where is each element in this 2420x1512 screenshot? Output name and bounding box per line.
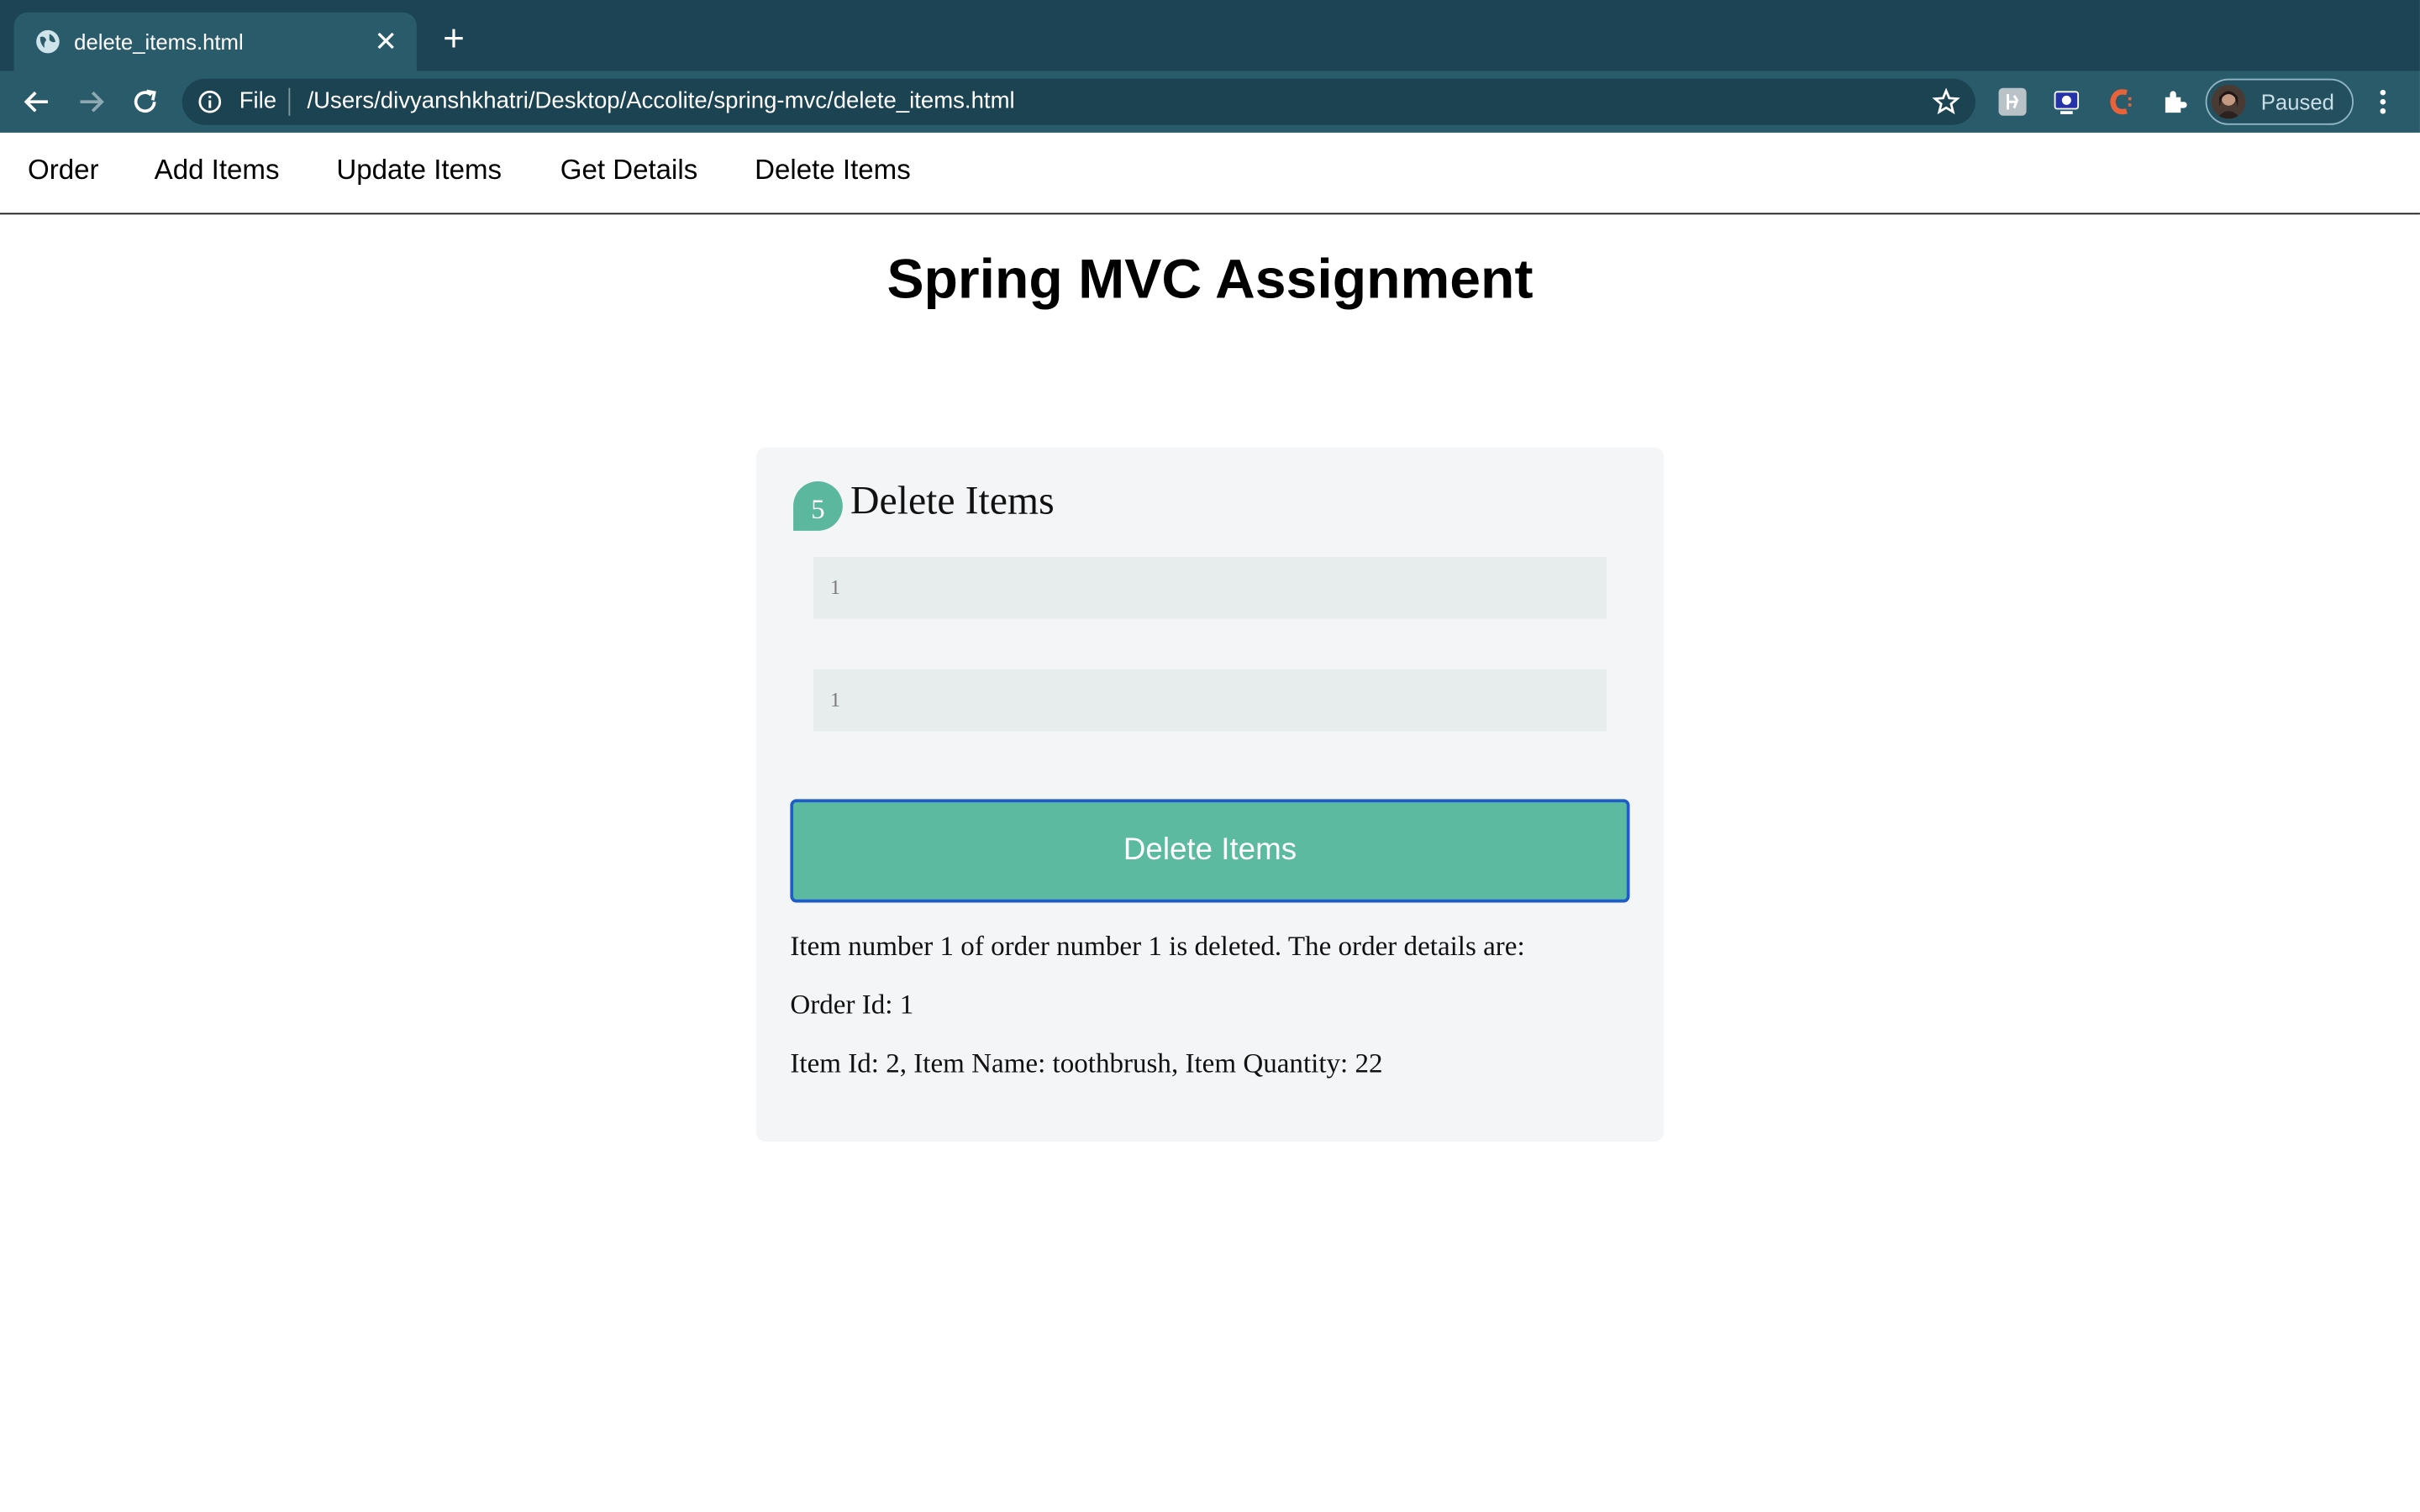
- result-item-details: Item Id: 2, Item Name: toothbrush, Item …: [790, 1047, 1383, 1079]
- order-id-field[interactable]: [813, 557, 1607, 619]
- puzzle-icon[interactable]: [2160, 87, 2191, 118]
- nav-item-update-items[interactable]: Update Items: [336, 155, 502, 187]
- browser-tab[interactable]: delete_items.html ✕: [13, 12, 417, 71]
- plus-icon[interactable]: +: [437, 21, 471, 58]
- delete-items-card: 5 Delete Items Delete Items Item number …: [755, 447, 1664, 1142]
- menu-icon[interactable]: [2367, 87, 2398, 118]
- globe-icon: [36, 29, 60, 54]
- result-message: Item number 1 of order number 1 is delet…: [790, 930, 1525, 962]
- address-bar[interactable]: File /Users/divyanshkhatri/Desktop/Accol…: [182, 78, 1975, 125]
- reload-icon[interactable]: [128, 85, 161, 118]
- star-icon[interactable]: [1932, 87, 1960, 116]
- step-badge: 5: [793, 481, 843, 531]
- site-nav: Order Add Items Update Items Get Details…: [0, 132, 2420, 215]
- avatar: [2211, 85, 2246, 119]
- result-order-id: Order Id: 1: [790, 989, 914, 1021]
- extension-icon[interactable]: [2051, 87, 2082, 118]
- nav-item-get-details[interactable]: Get Details: [560, 155, 698, 187]
- nav-item-add-items[interactable]: Add Items: [155, 155, 280, 187]
- page-title: Spring MVC Assignment: [886, 246, 1534, 311]
- forward-arrow-icon[interactable]: [74, 85, 108, 118]
- card-heading: Delete Items: [850, 478, 1055, 523]
- extension-icon[interactable]: [2105, 87, 2136, 118]
- item-id-field[interactable]: [813, 669, 1607, 732]
- extension-icon[interactable]: [1997, 87, 2028, 118]
- delete-items-button[interactable]: Delete Items: [790, 799, 1630, 903]
- tab-title: delete_items.html: [74, 29, 244, 55]
- nav-item-order[interactable]: Order: [28, 155, 99, 187]
- info-icon[interactable]: [197, 90, 222, 114]
- omnibox-divider: [288, 87, 291, 116]
- url-text[interactable]: /Users/divyanshkhatri/Desktop/Accolite/s…: [308, 88, 1015, 114]
- scheme-label: File: [239, 87, 277, 114]
- profile-button[interactable]: Paused: [2205, 78, 2354, 125]
- back-arrow-icon[interactable]: [20, 85, 54, 118]
- browser-toolbar: File /Users/divyanshkhatri/Desktop/Accol…: [0, 71, 2420, 133]
- browser-tab-strip: delete_items.html ✕ +: [0, 0, 2420, 71]
- close-icon[interactable]: ✕: [371, 26, 402, 57]
- profile-label: Paused: [2260, 89, 2334, 114]
- nav-item-delete-items[interactable]: Delete Items: [755, 155, 911, 187]
